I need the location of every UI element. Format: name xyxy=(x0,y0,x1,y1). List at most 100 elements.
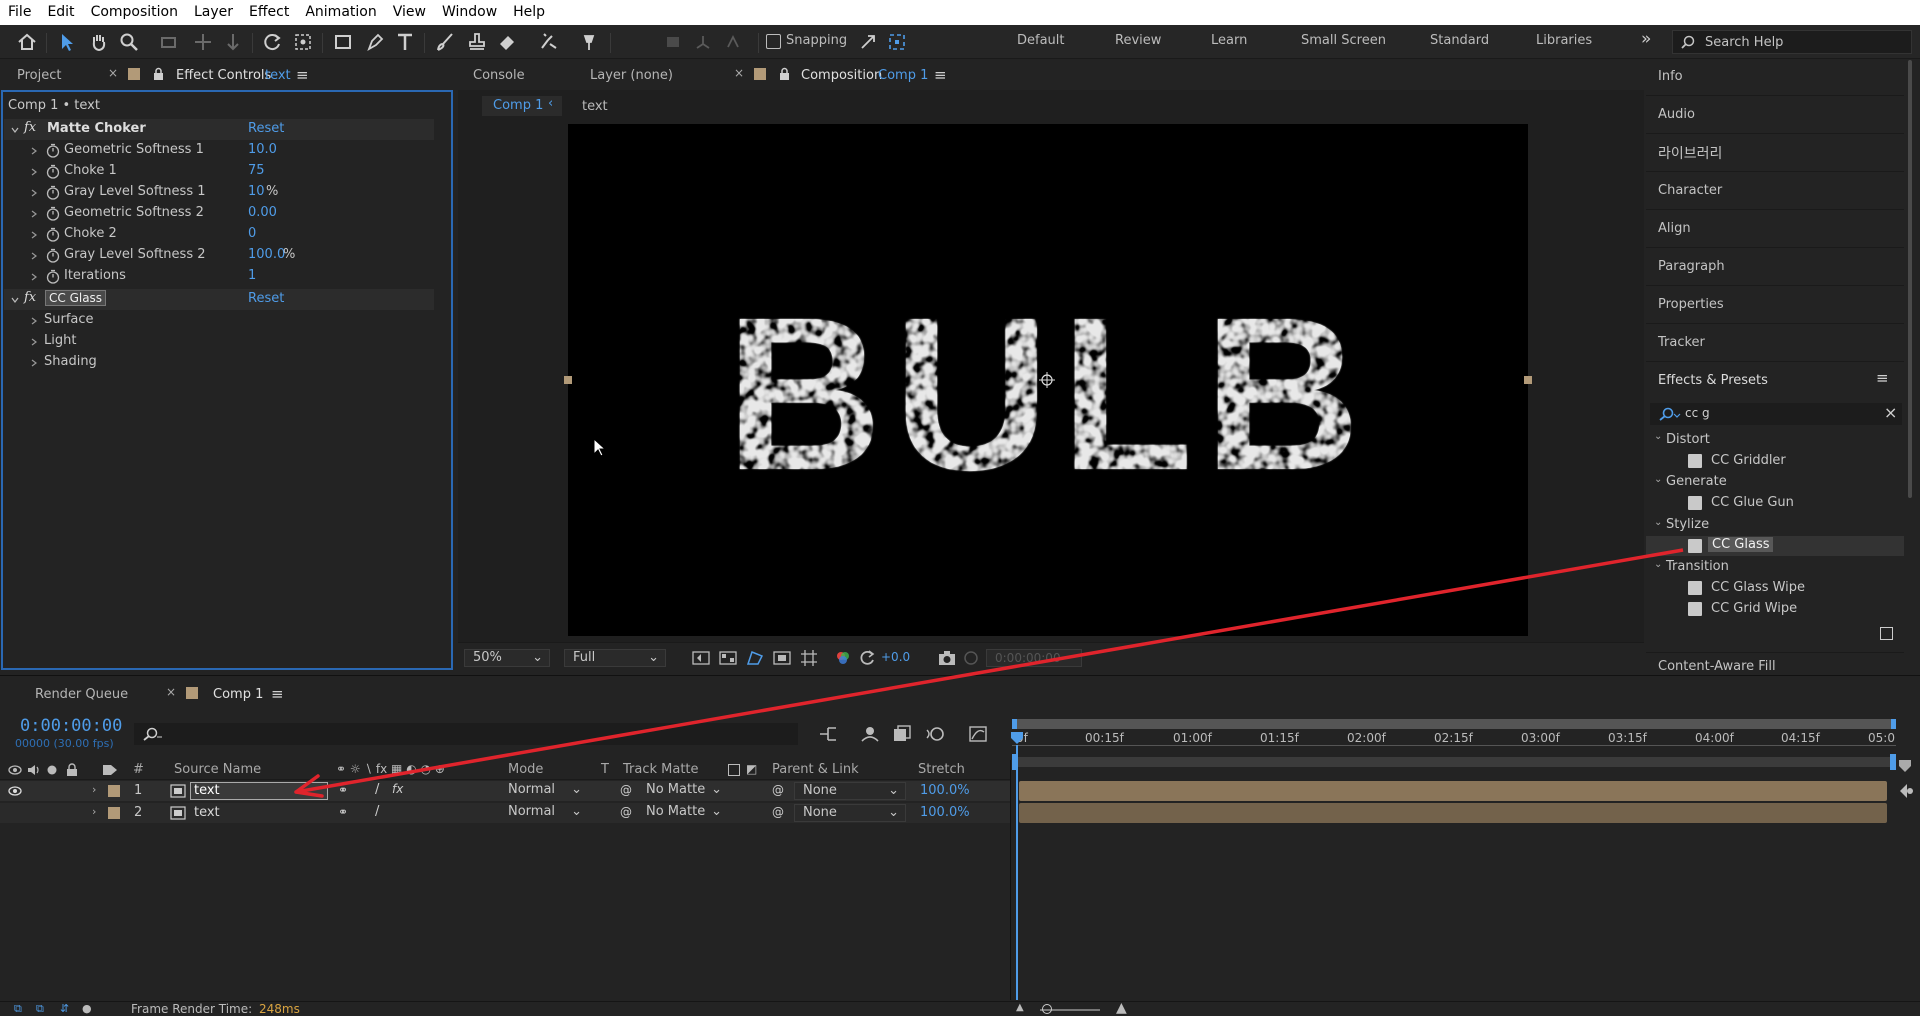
fx-icon[interactable]: fx xyxy=(24,290,36,305)
chevron-right-icon[interactable] xyxy=(30,168,38,176)
chevron-right-icon[interactable] xyxy=(30,273,38,281)
home-icon[interactable] xyxy=(14,30,40,54)
rotation-tool-icon[interactable] xyxy=(260,30,286,54)
clear-search-icon[interactable]: × xyxy=(1884,403,1897,422)
effect-item-cc-glue-gun[interactable]: CC Glue Gun xyxy=(1711,495,1794,510)
local-axis-icon[interactable] xyxy=(690,30,716,54)
tab-layer[interactable]: Layer (none) xyxy=(590,68,673,83)
chevron-right-icon[interactable] xyxy=(30,359,38,367)
transparency-grid-icon[interactable] xyxy=(719,650,737,666)
quality-switch-icon[interactable]: / xyxy=(375,782,379,797)
frame-blending-icon[interactable] xyxy=(892,724,912,744)
fast-previews-icon[interactable] xyxy=(692,650,710,666)
eye-icon[interactable] xyxy=(8,785,22,797)
panel-info[interactable]: Info xyxy=(1658,69,1683,84)
chevron-right-icon[interactable] xyxy=(30,231,38,239)
workspace-default[interactable]: Default xyxy=(1017,33,1065,48)
type-tool-icon[interactable] xyxy=(392,30,418,54)
effect-item-cc-griddler[interactable]: CC Griddler xyxy=(1711,453,1786,468)
selected-effect-row[interactable] xyxy=(1646,536,1904,556)
reset-exposure-icon[interactable] xyxy=(858,649,876,667)
menu-composition[interactable]: Composition xyxy=(83,0,186,25)
workspace-overflow-icon[interactable]: » xyxy=(1641,29,1651,49)
audio-icon[interactable] xyxy=(26,763,40,777)
menu-help[interactable]: Help xyxy=(505,0,553,25)
workspace-libraries[interactable]: Libraries xyxy=(1536,33,1592,48)
chevron-down-icon[interactable]: ⌄ xyxy=(1654,517,1662,528)
panel-tracker[interactable]: Tracker xyxy=(1658,335,1705,350)
zoom-tool-icon[interactable] xyxy=(116,30,142,54)
chevron-right-icon[interactable]: › xyxy=(92,783,96,796)
chevron-right-icon[interactable] xyxy=(30,210,38,218)
toggle-switches-icon[interactable]: ⧉ xyxy=(14,1002,22,1016)
chevron-right-icon[interactable] xyxy=(30,189,38,197)
panel-menu-icon[interactable]: ≡ xyxy=(296,66,309,84)
show-snapshot-icon[interactable] xyxy=(962,650,980,666)
property-value[interactable]: 1 xyxy=(248,268,256,283)
menu-layer[interactable]: Layer xyxy=(186,0,241,25)
tab-console[interactable]: Console xyxy=(473,68,525,83)
eraser-tool-icon[interactable] xyxy=(494,30,520,54)
stretch-value[interactable]: 100.0% xyxy=(920,783,970,798)
shy-switch-icon[interactable]: ⚭ xyxy=(338,783,348,797)
panel-audio[interactable]: Audio xyxy=(1658,107,1695,122)
effects-search-field[interactable]: cc g × xyxy=(1650,403,1902,425)
chevron-down-icon[interactable]: ⌄ xyxy=(1654,474,1662,485)
chevron-down-icon[interactable] xyxy=(11,126,19,134)
anchor-point-icon[interactable] xyxy=(1038,371,1056,389)
effect-item-cc-grid-wipe[interactable]: CC Grid Wipe xyxy=(1711,601,1797,616)
chevron-down-icon[interactable] xyxy=(11,296,19,304)
right-panel-scrollbar[interactable] xyxy=(1906,60,1916,500)
lock-icon[interactable] xyxy=(152,67,164,81)
layer-2-clip-bar[interactable] xyxy=(1019,803,1887,823)
selection-tool-icon[interactable] xyxy=(54,30,80,54)
chevron-down-icon[interactable]: ⌄ xyxy=(1654,431,1662,442)
menu-edit[interactable]: Edit xyxy=(39,0,82,25)
timeline-search-field[interactable] xyxy=(134,723,798,745)
parent-select[interactable]: None ⌄ xyxy=(794,782,906,800)
track-matte-select[interactable]: No Matte ⌄ xyxy=(638,782,724,800)
stopwatch-icon[interactable] xyxy=(46,164,60,179)
fx-icon[interactable]: fx xyxy=(24,120,36,135)
layer-handle-right[interactable] xyxy=(1524,376,1532,384)
toggle-in-out-icon[interactable]: ⇵ xyxy=(60,1002,69,1015)
anchor-point-tool-icon[interactable] xyxy=(290,30,316,54)
parent-select[interactable]: None ⌄ xyxy=(794,804,906,822)
viewer-timecode-box[interactable]: 0:00:00:00 xyxy=(986,649,1082,667)
layer-handle-left[interactable] xyxy=(564,376,572,384)
parent-pickwhip-icon[interactable]: @ xyxy=(772,805,784,819)
rectangle-tool-icon[interactable] xyxy=(330,30,356,54)
blend-mode-select[interactable]: Normal ⌄ xyxy=(500,804,586,822)
timeline-timecode[interactable]: 0:00:00:00 xyxy=(20,716,122,736)
property-value[interactable]: 10 xyxy=(248,184,265,199)
label-icon[interactable] xyxy=(102,763,118,777)
effect-header-cc-glass[interactable]: fx CC Glass Reset xyxy=(4,289,434,310)
mask-visibility-icon[interactable] xyxy=(746,650,764,666)
panel-content-aware-fill[interactable]: Content-Aware Fill xyxy=(1658,659,1776,674)
region-of-interest-icon[interactable] xyxy=(773,650,791,666)
layer-nav-label[interactable]: text xyxy=(582,99,608,114)
zoom-in-icon[interactable]: ▲ xyxy=(1116,1000,1127,1016)
effect-item-cc-glass-wipe[interactable]: CC Glass Wipe xyxy=(1711,580,1805,595)
chevron-right-icon[interactable] xyxy=(30,338,38,346)
zoom-slider-handle[interactable] xyxy=(1042,1004,1052,1014)
snap-target-icon[interactable] xyxy=(884,30,910,54)
track-matte-select[interactable]: No Matte ⌄ xyxy=(638,804,724,822)
work-area-end-marker[interactable] xyxy=(1898,759,1912,773)
snapping-checkbox[interactable] xyxy=(766,34,781,49)
playhead-marker[interactable] xyxy=(1010,731,1024,745)
menu-animation[interactable]: Animation xyxy=(297,0,384,25)
matte-source-icon[interactable]: @ xyxy=(620,805,632,819)
pen-tool-icon[interactable] xyxy=(362,30,388,54)
layer-name-edit[interactable]: text xyxy=(190,782,328,800)
workspace-standard[interactable]: Standard xyxy=(1430,33,1489,48)
snapshot-camera-icon[interactable] xyxy=(938,650,956,666)
stopwatch-icon[interactable] xyxy=(46,269,60,284)
dolly-camera-icon[interactable] xyxy=(220,30,246,54)
property-value[interactable]: 75 xyxy=(248,163,265,178)
menu-effect[interactable]: Effect xyxy=(241,0,297,25)
world-axis-icon[interactable] xyxy=(720,30,746,54)
layer-row-2[interactable]: › 2 text ⚭ / Normal ⌄ @ No Matte ⌄ @ Non… xyxy=(0,803,1010,823)
tab-comp-timeline[interactable]: Comp 1 xyxy=(213,687,263,702)
fx-icon[interactable]: fx xyxy=(392,782,403,796)
